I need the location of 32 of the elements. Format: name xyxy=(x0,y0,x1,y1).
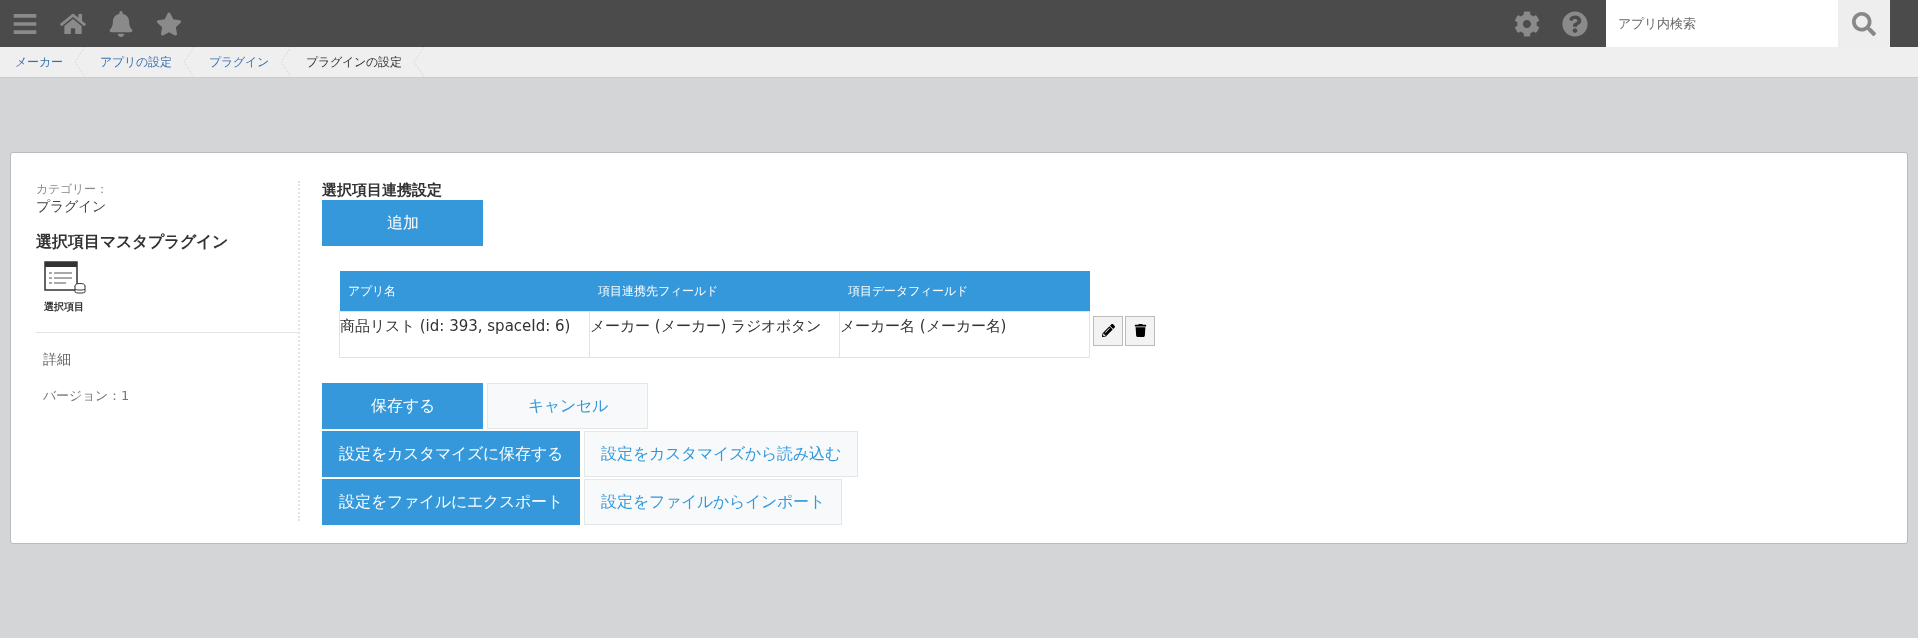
star-icon[interactable] xyxy=(156,10,182,37)
plugin-icon-caption: 選択項目 xyxy=(44,300,84,314)
action-button[interactable]: 設定をカスタマイズから読み込む xyxy=(584,431,858,477)
table-cell: メーカー (メーカー) ラジオボタン xyxy=(589,311,840,358)
action-button[interactable]: 設定をカスタマイズに保存する xyxy=(322,431,580,477)
plugin-name: 選択項目マスタプラグイン xyxy=(36,232,229,253)
category-label: カテゴリー： xyxy=(36,181,109,198)
action-button[interactable]: 設定をファイルにエクスポート xyxy=(322,479,580,525)
action-button[interactable]: 保存する xyxy=(322,383,483,429)
action-button[interactable]: 設定をファイルからインポート xyxy=(584,479,842,525)
search-button[interactable] xyxy=(1838,0,1890,47)
table-cell: 商品リスト (id: 393, spaceId: 6) xyxy=(339,311,590,358)
column-header: 項目連携先フィールド xyxy=(589,271,840,312)
details-link[interactable]: 詳細 xyxy=(43,351,71,369)
search-field[interactable]: アプリ内検索 xyxy=(1606,0,1838,47)
bell-icon[interactable] xyxy=(108,10,134,37)
list-window-icon xyxy=(44,261,86,295)
column-header: 項目データフィールド xyxy=(839,271,1090,312)
edit-button[interactable] xyxy=(1093,315,1123,346)
table-cell: メーカー名 (メーカー名) xyxy=(839,311,1090,358)
column-header: アプリ名 xyxy=(339,271,590,312)
pencil-icon xyxy=(1101,324,1115,337)
action-button[interactable]: キャンセル xyxy=(487,383,648,429)
delete-button[interactable] xyxy=(1125,315,1155,346)
section-title: 選択項目連携設定 xyxy=(322,181,443,200)
version-text: バージョン：1 xyxy=(43,387,131,405)
trash-icon xyxy=(1133,324,1147,337)
settings-icon[interactable] xyxy=(1514,10,1540,37)
add-button[interactable]: 追加 xyxy=(322,200,483,246)
help-icon[interactable] xyxy=(1562,10,1588,37)
search-icon xyxy=(1852,11,1876,36)
category-value: プラグイン xyxy=(36,198,107,216)
